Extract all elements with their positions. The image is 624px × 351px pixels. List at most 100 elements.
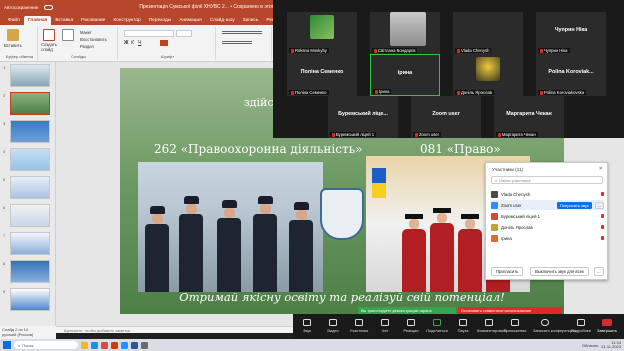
tab-file[interactable]: Файл	[4, 16, 24, 25]
pencil-icon	[485, 319, 493, 326]
participant-tile[interactable]: Буремський ліце... Буремський ліцей 1	[328, 96, 398, 138]
tab-record[interactable]: Запись	[239, 16, 263, 25]
slide-thumbnail[interactable]: 9	[3, 288, 50, 311]
close-icon[interactable]: ✕	[599, 166, 603, 172]
participant-search-input[interactable]: ⌕ Найти участника	[491, 176, 603, 184]
system-clock[interactable]: 11:34 21.11.2023	[601, 340, 621, 350]
slide-number: 7	[3, 233, 6, 238]
zoom-icon[interactable]	[121, 341, 128, 349]
participants-title: Участники (11)	[492, 167, 524, 172]
taskbar-search[interactable]: ⌕ Поиск	[14, 341, 78, 349]
slide-thumbnail-selected[interactable]: 2	[3, 92, 50, 115]
participant-avatar	[491, 212, 498, 220]
video-button[interactable]: Видео	[321, 319, 345, 333]
weather-widget[interactable]: Облачно	[582, 343, 598, 348]
pause-share-button[interactable]: Пауза	[451, 319, 475, 333]
reset-button[interactable]: Восстановить	[80, 37, 107, 42]
tab-home[interactable]: Главная	[23, 16, 52, 25]
participant-tile[interactable]: Zoom user Zoom user	[411, 96, 481, 138]
reuse-slides-icon[interactable]	[62, 29, 74, 41]
participant-row[interactable]: Vlada Chenysh	[491, 189, 604, 199]
ukraine-flag-icon	[372, 168, 386, 198]
font-color-icon[interactable]	[160, 40, 168, 46]
paragraph-group	[218, 27, 272, 60]
bullets-icon[interactable]	[222, 41, 252, 44]
end-meeting-button[interactable]: Завершить	[595, 319, 619, 333]
tab-insert[interactable]: Вставка	[51, 16, 77, 25]
more-button[interactable]: ...	[594, 201, 604, 209]
participant-name-label: Polina Koroviakovska	[538, 90, 587, 95]
participant-tile[interactable]: Маргарита Чекан Маргарита Чекан	[494, 96, 564, 138]
participant-name-label: Чуприн Ніка	[538, 48, 570, 53]
slide-thumbnail[interactable]: 8	[3, 260, 50, 283]
record-button[interactable]: Записать конференцию	[533, 319, 576, 333]
italic-icon[interactable]: К	[131, 40, 134, 46]
tab-animations[interactable]: Анимация	[175, 16, 206, 25]
word-icon[interactable]	[131, 341, 138, 349]
participants-button[interactable]: Участники	[347, 319, 371, 333]
more-button[interactable]: Подробнее	[569, 319, 593, 333]
slide-thumbnail[interactable]: 7	[3, 232, 50, 255]
chat-button[interactable]: Чат	[373, 319, 397, 333]
windows-taskbar: ⌕ Поиск Облачно 11:34 21.11.2023	[0, 339, 624, 351]
camera-icon	[329, 319, 337, 326]
graduate-figure	[430, 208, 454, 292]
participant-name-label: Доніль Ярослав	[455, 90, 495, 95]
file-explorer-icon[interactable]	[81, 341, 88, 349]
app-icon[interactable]	[141, 341, 148, 349]
participant-tile[interactable]: Polina Koroviak... Polina Koroviakovska	[536, 54, 606, 96]
participant-display-name: Ірина	[397, 70, 413, 76]
windows-start-icon[interactable]	[3, 341, 11, 349]
paste-button[interactable]: Вставить	[4, 43, 22, 48]
participant-display-name: Буремський ліце...	[338, 111, 388, 117]
more-options-button[interactable]: ...	[594, 267, 604, 276]
font-size-select[interactable]	[176, 30, 192, 37]
annotate-button[interactable]: Комментировать	[477, 319, 507, 333]
slide-thumbnail[interactable]: 3	[3, 120, 50, 143]
slides-group: Создать слайд Макет Восстановить Раздел …	[40, 27, 118, 60]
language-indicator[interactable]: русский (Россия)	[2, 332, 54, 337]
layout-button[interactable]: Макет	[80, 30, 92, 35]
slides-group-label: Слайды	[71, 54, 86, 59]
new-slide-button[interactable]: Создать слайд	[41, 42, 59, 52]
bold-icon[interactable]: Ж	[124, 40, 129, 46]
participant-tile[interactable]: Vlada Chenysh	[453, 12, 523, 54]
participant-tile[interactable]: Світлана Бондарєв	[370, 12, 440, 54]
slide-thumbnail[interactable]: 5	[3, 176, 50, 199]
autosave-toggle[interactable]	[44, 4, 54, 10]
zoom-control-bar: Звук Видео Участники Чат Реакции Поделит…	[293, 314, 624, 339]
ask-unmute-button[interactable]: Попросить звук	[557, 201, 592, 209]
participant-row[interactable]: Буремський ліцей 1	[491, 211, 604, 221]
mute-all-button[interactable]: Выключить звук для всех	[530, 267, 590, 276]
new-slide-icon[interactable]	[43, 29, 55, 41]
participant-tile[interactable]: Доніль Ярослав	[453, 54, 523, 96]
participant-row[interactable]: Доніль Ярослав	[491, 222, 604, 232]
align-icon[interactable]	[222, 31, 262, 34]
slide-thumbnail[interactable]: 4	[3, 148, 50, 171]
font-name-select[interactable]	[124, 30, 174, 37]
participant-tile[interactable]: Поліна Семенко Поліна Семенко	[287, 54, 357, 96]
invite-button[interactable]: Пригласить	[491, 267, 524, 276]
participant-row-hover[interactable]: Zoom user Попросить звук ...	[491, 200, 604, 210]
participant-row[interactable]: Ірина	[491, 233, 604, 243]
tab-draw[interactable]: Рисование	[77, 16, 109, 25]
tab-transitions[interactable]: Переходы	[145, 16, 176, 25]
tab-design[interactable]: Конструктор	[109, 16, 144, 25]
participant-tile[interactable]: Чуприн Ніка Чуприн Ніка	[536, 12, 606, 54]
slide-thumbnail[interactable]: 1	[3, 64, 50, 87]
powerpoint-icon[interactable]	[111, 341, 118, 349]
edge-icon[interactable]	[91, 341, 98, 349]
underline-icon[interactable]: Ч	[138, 40, 141, 46]
slide-thumbnail[interactable]: 6	[3, 204, 50, 227]
share-button[interactable]: Поделиться	[425, 319, 449, 333]
tab-slideshow[interactable]: Слайд-шоу	[206, 16, 239, 25]
chrome-icon[interactable]	[101, 341, 108, 349]
audio-button[interactable]: Звук	[295, 319, 319, 333]
reactions-button[interactable]: Реакции	[399, 319, 423, 333]
participant-name-label: Roksna Moskyby	[289, 48, 329, 53]
apps-button[interactable]: Приложения	[503, 319, 527, 333]
participant-tile-active-speaker[interactable]: Ірина Ірина	[370, 54, 440, 96]
section-button[interactable]: Раздел	[80, 44, 94, 49]
paste-icon[interactable]	[7, 29, 19, 41]
participant-tile[interactable]: Roksna Moskyby	[287, 12, 357, 54]
